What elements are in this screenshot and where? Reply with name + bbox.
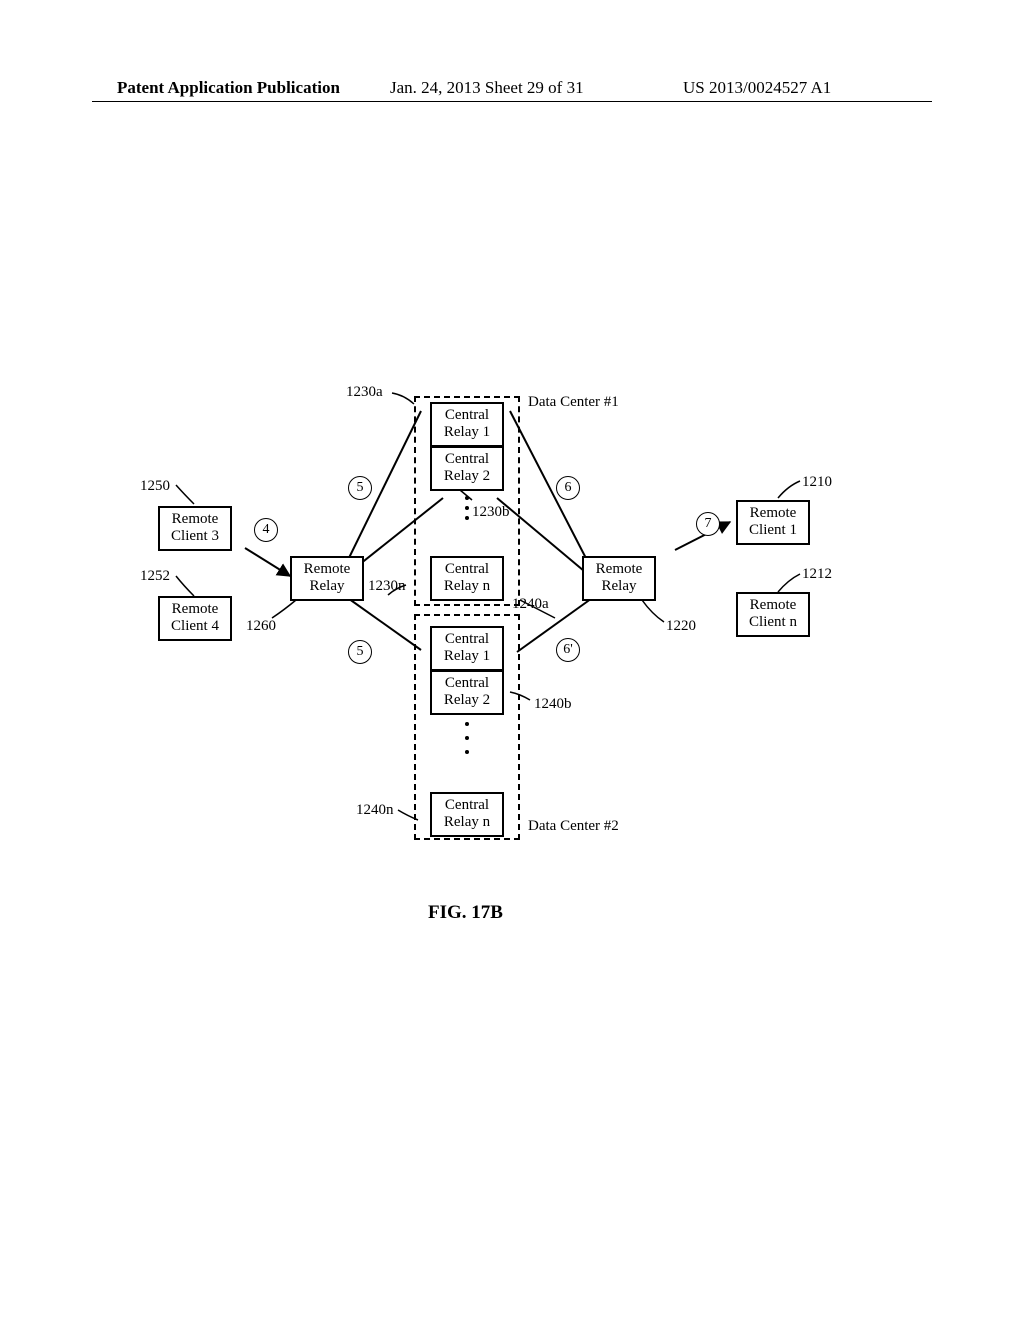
ellipsis-dot (465, 496, 469, 500)
central-relay-1b: CentralRelay 1 (430, 626, 504, 671)
ref-1252: 1252 (140, 568, 170, 585)
ellipsis-dot (465, 722, 469, 726)
page: Patent Application Publication Jan. 24, … (0, 0, 1024, 1320)
ref-1210: 1210 (802, 474, 832, 491)
remote-relay-right: RemoteRelay (582, 556, 656, 601)
ref-1250: 1250 (140, 478, 170, 495)
ref-1240b: 1240b (534, 696, 572, 713)
remote-client-1: RemoteClient 1 (736, 500, 810, 545)
remote-client-3: RemoteClient 3 (158, 506, 232, 551)
remote-relay-left: RemoteRelay (290, 556, 364, 601)
central-relay-nb: CentralRelay n (430, 792, 504, 837)
remote-client-n: RemoteClient n (736, 592, 810, 637)
central-relay-1a: CentralRelay 1 (430, 402, 504, 447)
ellipsis-dot (465, 750, 469, 754)
circle-4: 4 (254, 518, 278, 542)
central-relay-2b: CentralRelay 2 (430, 670, 504, 715)
ref-1212: 1212 (802, 566, 832, 583)
central-relay-2a: CentralRelay 2 (430, 446, 504, 491)
figure-title: FIG. 17B (428, 902, 503, 924)
circle-7: 7 (696, 512, 720, 536)
ref-1240a: 1240a (512, 596, 549, 613)
circle-5-lower: 5 (348, 640, 372, 664)
ref-1240n: 1240n (356, 802, 394, 819)
ellipsis-dot (465, 516, 469, 520)
circle-5-upper: 5 (348, 476, 372, 500)
ref-1230a: 1230a (346, 384, 383, 401)
ref-1220: 1220 (666, 618, 696, 635)
ref-1230b: 1230b (472, 504, 510, 521)
ref-1230n: 1230n (368, 578, 406, 595)
dc2-label: Data Center #2 (528, 818, 619, 835)
ref-1260: 1260 (246, 618, 276, 635)
circle-6-lower: 6' (556, 638, 580, 662)
central-relay-na: CentralRelay n (430, 556, 504, 601)
circle-6-upper: 6 (556, 476, 580, 500)
ellipsis-dot (465, 736, 469, 740)
dc1-label: Data Center #1 (528, 394, 619, 411)
diagram-stage: CentralRelay 1 CentralRelay 2 CentralRel… (0, 0, 1024, 1320)
ellipsis-dot (465, 506, 469, 510)
remote-client-4: RemoteClient 4 (158, 596, 232, 641)
